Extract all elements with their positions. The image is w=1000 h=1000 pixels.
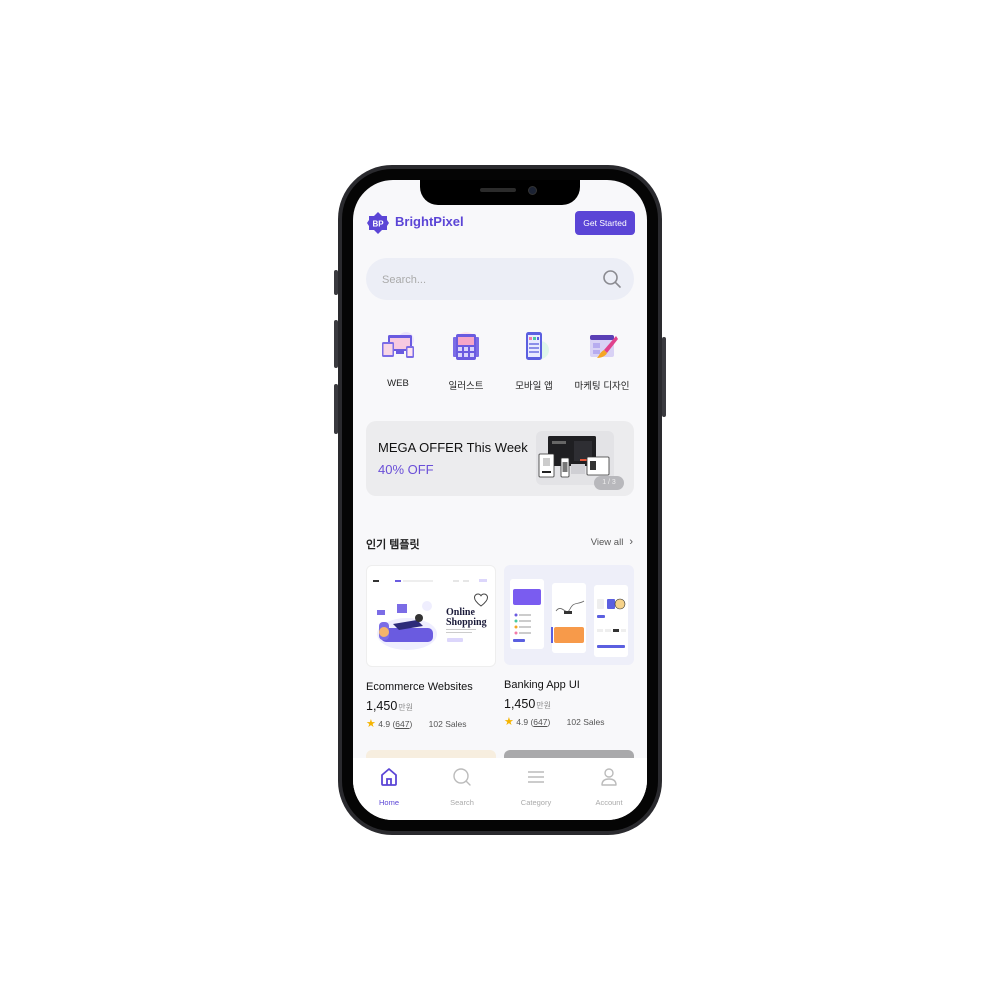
sales-count: 102 Sales (566, 717, 605, 727)
price-unit: 만원 (398, 703, 414, 712)
section-title: 인기 템플릿 (366, 539, 420, 551)
card-image (504, 565, 634, 665)
view-all-label: View all (590, 537, 624, 548)
banking-app-illustration (510, 579, 628, 657)
price-unit: 만원 (536, 701, 552, 710)
card-meta: ★ 4.9 (647) 102 Sales (366, 718, 467, 730)
menu-icon (528, 771, 544, 783)
card-meta: ★ 4.9 (647) 102 Sales (504, 716, 605, 728)
search-icon (453, 768, 471, 786)
card-image: Online Shopping (366, 565, 496, 667)
template-card[interactable]: Banking App UI 1,450만원 ★ 4.9 (647) 102 S… (504, 565, 634, 728)
star-icon: ★ (366, 718, 376, 730)
tab-home[interactable]: Home (359, 766, 419, 807)
tab-search[interactable]: Search (432, 766, 492, 807)
volume-up-button (334, 320, 338, 368)
card-price: 1,450만원 (366, 699, 496, 713)
rating-value: 4.9 (378, 719, 391, 729)
tab-label: Category (520, 798, 552, 807)
image-text-shopping: Shopping (446, 617, 487, 628)
price-value: 1,450 (366, 699, 398, 713)
category-list: WEB 일러스트 모바일 앱 마케팅 디자인 (365, 330, 635, 392)
power-button (662, 337, 666, 417)
search-bar[interactable] (366, 258, 634, 302)
category-label: 모바일 앱 (515, 381, 553, 392)
mobile-app-icon (526, 332, 549, 360)
web-devices-icon (382, 332, 414, 358)
tab-label: Search (450, 798, 474, 807)
category-illustration[interactable]: 일러스트 (433, 330, 499, 392)
marketing-design-icon (590, 335, 618, 358)
front-camera (528, 186, 537, 195)
illustration-icon (453, 332, 479, 360)
card-title: Banking App UI (504, 679, 580, 691)
rating-value: 4.9 (516, 717, 529, 727)
card-title: Ecommerce Websites (366, 681, 473, 693)
get-started-button[interactable]: Get Started (575, 211, 635, 235)
tab-label: Home (378, 798, 399, 807)
logo-text: BP (372, 220, 384, 229)
search-icon[interactable] (602, 269, 622, 289)
category-label: 마케팅 디자인 (574, 381, 630, 392)
card-price: 1,450만원 (504, 697, 634, 711)
banner-discount: 40% OFF (378, 462, 434, 477)
user-icon (601, 768, 617, 786)
speaker (480, 188, 516, 192)
banner-pager: 1 / 3 (594, 476, 624, 490)
phone-screen: BP BrightPixel Get Started WEB (353, 180, 647, 820)
tab-category[interactable]: Category (506, 766, 566, 807)
review-count[interactable]: 647 (395, 719, 409, 729)
bottom-tab-bar: Home Search Category Account (353, 758, 647, 820)
ecommerce-illustration: Online Shopping (373, 579, 487, 650)
volume-down-button (334, 384, 338, 434)
star-icon: ★ (504, 716, 514, 728)
favorite-heart-icon[interactable] (473, 592, 489, 608)
template-card[interactable]: Online Shopping Ecommerce Websites 1,450… (366, 565, 496, 730)
category-label: WEB (387, 378, 409, 389)
chevron-right-icon: › (629, 536, 633, 548)
sales-count: 102 Sales (428, 719, 467, 729)
search-input[interactable] (380, 258, 584, 302)
app-header: BP BrightPixel Get Started (367, 210, 635, 236)
banner-title: MEGA OFFER This Week (378, 440, 528, 455)
brand-logo-icon[interactable]: BP (367, 212, 389, 234)
brand-name[interactable]: BrightPixel (395, 214, 464, 229)
promo-banner[interactable]: MEGA OFFER This Week 40% OFF 1 / 3 (366, 421, 634, 496)
tab-account[interactable]: Account (579, 766, 639, 807)
notch (420, 180, 580, 205)
review-count[interactable]: 647 (533, 717, 547, 727)
category-label: 일러스트 (448, 381, 484, 392)
view-all-link[interactable]: View all › (591, 536, 633, 548)
home-icon (381, 768, 397, 786)
category-marketing-design[interactable]: 마케팅 디자인 (569, 330, 635, 392)
category-mobile-app[interactable]: 모바일 앱 (501, 330, 567, 392)
category-web[interactable]: WEB (365, 330, 431, 389)
mute-switch (334, 270, 338, 295)
tab-label: Account (595, 798, 623, 807)
price-value: 1,450 (504, 697, 536, 711)
